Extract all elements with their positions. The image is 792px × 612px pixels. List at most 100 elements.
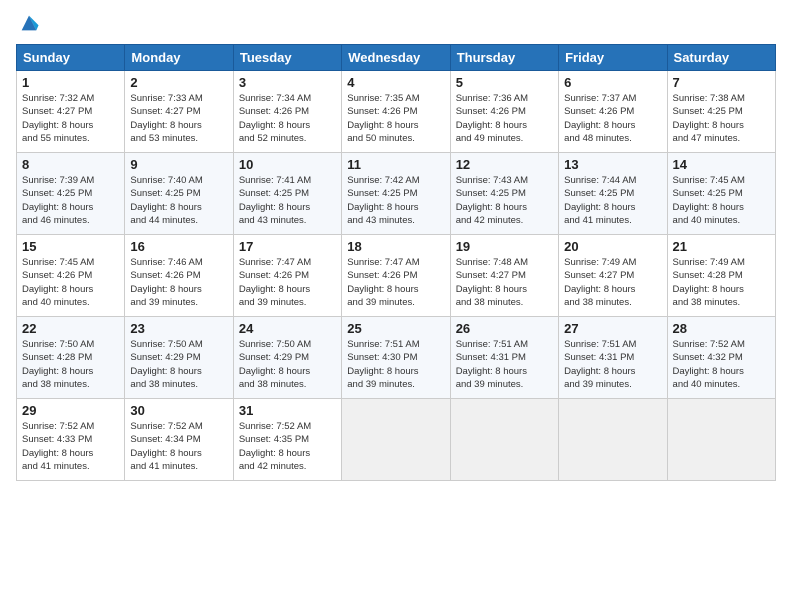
day-number: 14 xyxy=(673,157,770,172)
day-number: 6 xyxy=(564,75,661,90)
calendar-cell: 7 Sunrise: 7:38 AM Sunset: 4:25 PM Daylig… xyxy=(667,71,775,153)
day-info: Sunrise: 7:51 AM Sunset: 4:31 PM Dayligh… xyxy=(456,338,553,391)
day-number: 30 xyxy=(130,403,227,418)
day-number: 18 xyxy=(347,239,444,254)
calendar-cell: 30 Sunrise: 7:52 AM Sunset: 4:34 PM Dayli… xyxy=(125,399,233,481)
weekday-header: Wednesday xyxy=(342,45,450,71)
calendar-cell: 10Sunrise: 7:41 AM Sunset: 4:25 PM Dayli… xyxy=(233,153,341,235)
day-info: Sunrise: 7:46 AM Sunset: 4:26 PM Dayligh… xyxy=(130,256,227,309)
calendar-cell: 25 Sunrise: 7:51 AM Sunset: 4:30 PM Dayli… xyxy=(342,317,450,399)
day-number: 31 xyxy=(239,403,336,418)
calendar-cell: 14 Sunrise: 7:45 AM Sunset: 4:25 PM Dayli… xyxy=(667,153,775,235)
calendar-cell: 3Sunrise: 7:34 AM Sunset: 4:26 PM Daylig… xyxy=(233,71,341,153)
calendar-week-row: 22 Sunrise: 7:50 AM Sunset: 4:28 PM Dayli… xyxy=(17,317,776,399)
calendar-cell: 22 Sunrise: 7:50 AM Sunset: 4:28 PM Dayli… xyxy=(17,317,125,399)
calendar-cell: 31 Sunrise: 7:52 AM Sunset: 4:35 PM Dayli… xyxy=(233,399,341,481)
day-number: 5 xyxy=(456,75,553,90)
day-info: Sunrise: 7:47 AM Sunset: 4:26 PM Dayligh… xyxy=(239,256,336,309)
page-header xyxy=(16,12,776,34)
weekday-header: Sunday xyxy=(17,45,125,71)
day-info: Sunrise: 7:34 AM Sunset: 4:26 PM Dayligh… xyxy=(239,92,336,145)
calendar-cell: 5 Sunrise: 7:36 AM Sunset: 4:26 PM Daylig… xyxy=(450,71,558,153)
calendar-cell: 17 Sunrise: 7:47 AM Sunset: 4:26 PM Dayli… xyxy=(233,235,341,317)
calendar-week-row: 1 Sunrise: 7:32 AM Sunset: 4:27 PM Daylig… xyxy=(17,71,776,153)
calendar-cell: 23 Sunrise: 7:50 AM Sunset: 4:29 PM Dayli… xyxy=(125,317,233,399)
day-number: 22 xyxy=(22,321,119,336)
calendar-week-row: 15 Sunrise: 7:45 AM Sunset: 4:26 PM Dayli… xyxy=(17,235,776,317)
day-number: 8 xyxy=(22,157,119,172)
day-number: 2 xyxy=(130,75,227,90)
day-info: Sunrise: 7:49 AM Sunset: 4:27 PM Dayligh… xyxy=(564,256,661,309)
day-info: Sunrise: 7:52 AM Sunset: 4:32 PM Dayligh… xyxy=(673,338,770,391)
day-info: Sunrise: 7:33 AM Sunset: 4:27 PM Dayligh… xyxy=(130,92,227,145)
calendar-cell: 26 Sunrise: 7:51 AM Sunset: 4:31 PM Dayli… xyxy=(450,317,558,399)
day-number: 13 xyxy=(564,157,661,172)
day-number: 4 xyxy=(347,75,444,90)
day-info: Sunrise: 7:44 AM Sunset: 4:25 PM Dayligh… xyxy=(564,174,661,227)
day-info: Sunrise: 7:47 AM Sunset: 4:26 PM Dayligh… xyxy=(347,256,444,309)
day-number: 15 xyxy=(22,239,119,254)
day-number: 17 xyxy=(239,239,336,254)
calendar-week-row: 8 Sunrise: 7:39 AM Sunset: 4:25 PM Daylig… xyxy=(17,153,776,235)
day-number: 29 xyxy=(22,403,119,418)
day-info: Sunrise: 7:42 AM Sunset: 4:25 PM Dayligh… xyxy=(347,174,444,227)
day-number: 26 xyxy=(456,321,553,336)
day-info: Sunrise: 7:51 AM Sunset: 4:30 PM Dayligh… xyxy=(347,338,444,391)
day-number: 1 xyxy=(22,75,119,90)
calendar-cell: 13 Sunrise: 7:44 AM Sunset: 4:25 PM Dayli… xyxy=(559,153,667,235)
day-info: Sunrise: 7:41 AM Sunset: 4:25 PM Dayligh… xyxy=(239,174,336,227)
calendar-cell: 24Sunrise: 7:50 AM Sunset: 4:29 PM Dayli… xyxy=(233,317,341,399)
day-number: 7 xyxy=(673,75,770,90)
day-info: Sunrise: 7:45 AM Sunset: 4:25 PM Dayligh… xyxy=(673,174,770,227)
day-info: Sunrise: 7:52 AM Sunset: 4:34 PM Dayligh… xyxy=(130,420,227,473)
weekday-header: Thursday xyxy=(450,45,558,71)
calendar-cell: 21 Sunrise: 7:49 AM Sunset: 4:28 PM Dayli… xyxy=(667,235,775,317)
calendar-cell: 12 Sunrise: 7:43 AM Sunset: 4:25 PM Dayli… xyxy=(450,153,558,235)
calendar-cell: 20 Sunrise: 7:49 AM Sunset: 4:27 PM Dayli… xyxy=(559,235,667,317)
day-info: Sunrise: 7:50 AM Sunset: 4:29 PM Dayligh… xyxy=(130,338,227,391)
weekday-header: Saturday xyxy=(667,45,775,71)
calendar-cell: 29 Sunrise: 7:52 AM Sunset: 4:33 PM Dayli… xyxy=(17,399,125,481)
day-number: 21 xyxy=(673,239,770,254)
day-info: Sunrise: 7:39 AM Sunset: 4:25 PM Dayligh… xyxy=(22,174,119,227)
calendar-cell: 19Sunrise: 7:48 AM Sunset: 4:27 PM Dayli… xyxy=(450,235,558,317)
day-info: Sunrise: 7:35 AM Sunset: 4:26 PM Dayligh… xyxy=(347,92,444,145)
day-info: Sunrise: 7:40 AM Sunset: 4:25 PM Dayligh… xyxy=(130,174,227,227)
day-number: 12 xyxy=(456,157,553,172)
calendar-cell: 28Sunrise: 7:52 AM Sunset: 4:32 PM Dayli… xyxy=(667,317,775,399)
day-info: Sunrise: 7:38 AM Sunset: 4:25 PM Dayligh… xyxy=(673,92,770,145)
calendar-cell xyxy=(450,399,558,481)
day-info: Sunrise: 7:52 AM Sunset: 4:35 PM Dayligh… xyxy=(239,420,336,473)
calendar-cell: 8 Sunrise: 7:39 AM Sunset: 4:25 PM Daylig… xyxy=(17,153,125,235)
day-number: 9 xyxy=(130,157,227,172)
day-number: 24 xyxy=(239,321,336,336)
calendar-cell: 16Sunrise: 7:46 AM Sunset: 4:26 PM Dayli… xyxy=(125,235,233,317)
day-number: 11 xyxy=(347,157,444,172)
day-info: Sunrise: 7:37 AM Sunset: 4:26 PM Dayligh… xyxy=(564,92,661,145)
day-number: 20 xyxy=(564,239,661,254)
day-info: Sunrise: 7:45 AM Sunset: 4:26 PM Dayligh… xyxy=(22,256,119,309)
calendar-cell: 1 Sunrise: 7:32 AM Sunset: 4:27 PM Daylig… xyxy=(17,71,125,153)
day-info: Sunrise: 7:49 AM Sunset: 4:28 PM Dayligh… xyxy=(673,256,770,309)
calendar-cell: 9 Sunrise: 7:40 AM Sunset: 4:25 PM Daylig… xyxy=(125,153,233,235)
day-info: Sunrise: 7:43 AM Sunset: 4:25 PM Dayligh… xyxy=(456,174,553,227)
calendar-cell: 4 Sunrise: 7:35 AM Sunset: 4:26 PM Daylig… xyxy=(342,71,450,153)
day-info: Sunrise: 7:36 AM Sunset: 4:26 PM Dayligh… xyxy=(456,92,553,145)
day-number: 27 xyxy=(564,321,661,336)
logo-icon xyxy=(18,12,40,34)
calendar-cell: 2 Sunrise: 7:33 AM Sunset: 4:27 PM Daylig… xyxy=(125,71,233,153)
day-number: 23 xyxy=(130,321,227,336)
day-number: 25 xyxy=(347,321,444,336)
weekday-header: Monday xyxy=(125,45,233,71)
weekday-header: Tuesday xyxy=(233,45,341,71)
logo xyxy=(16,12,40,34)
calendar-week-row: 29 Sunrise: 7:52 AM Sunset: 4:33 PM Dayli… xyxy=(17,399,776,481)
calendar-cell xyxy=(667,399,775,481)
day-info: Sunrise: 7:48 AM Sunset: 4:27 PM Dayligh… xyxy=(456,256,553,309)
weekday-header: Friday xyxy=(559,45,667,71)
calendar-cell: 18 Sunrise: 7:47 AM Sunset: 4:26 PM Dayli… xyxy=(342,235,450,317)
day-info: Sunrise: 7:52 AM Sunset: 4:33 PM Dayligh… xyxy=(22,420,119,473)
day-info: Sunrise: 7:32 AM Sunset: 4:27 PM Dayligh… xyxy=(22,92,119,145)
day-info: Sunrise: 7:50 AM Sunset: 4:28 PM Dayligh… xyxy=(22,338,119,391)
calendar-header-row: SundayMondayTuesdayWednesdayThursdayFrid… xyxy=(17,45,776,71)
